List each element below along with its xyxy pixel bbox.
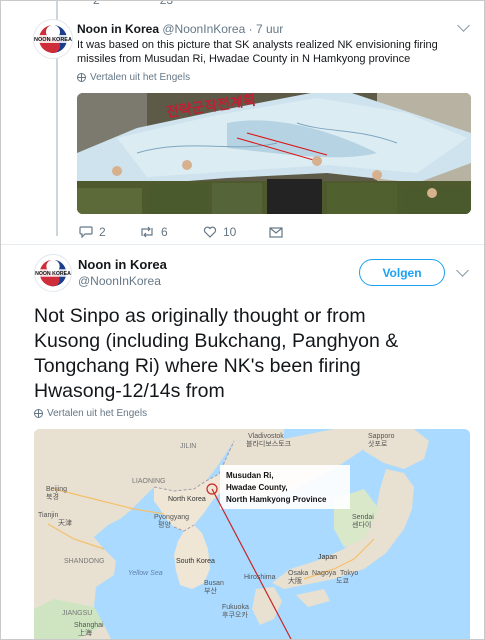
map-label: 天津 bbox=[58, 519, 72, 527]
handle[interactable]: @NoonInKorea bbox=[162, 22, 245, 36]
retweet-icon bbox=[141, 226, 153, 238]
photo-image: 전략군작전계획 bbox=[77, 93, 471, 214]
map-label: Hiroshima bbox=[244, 574, 276, 581]
heart-icon bbox=[203, 226, 217, 238]
envelope-icon bbox=[269, 226, 283, 238]
tweet2-text-line: Not Sinpo as originally thought or from bbox=[34, 305, 366, 327]
map-label: 센다이 bbox=[352, 520, 371, 529]
reply-button[interactable]: 2 bbox=[79, 225, 139, 239]
tweet2-header: Noon in Korea @NoonInKorea bbox=[78, 257, 167, 289]
tweet1-header: Noon in Korea @NoonInKorea · 7 uur bbox=[77, 22, 284, 36]
tweet2-text-line: Hwasong-12/14s from bbox=[34, 380, 225, 402]
map-label: Osaka bbox=[288, 570, 308, 577]
map-label: Pyongyang bbox=[154, 514, 189, 521]
globe-icon bbox=[34, 409, 43, 418]
map-label: JIANGSU bbox=[62, 610, 92, 617]
like-count: 10 bbox=[223, 225, 237, 239]
map-label: Sendai bbox=[352, 514, 374, 521]
map-label: 블라디보스토크 bbox=[246, 439, 292, 448]
previous-tweet-actions: 2 23 bbox=[93, 0, 174, 7]
map-label: Beijing bbox=[46, 486, 67, 493]
map-label: 大阪 bbox=[288, 576, 302, 585]
map-label: South Korea bbox=[176, 558, 215, 565]
tweet1-text-line: missiles from Musudan Ri, Hwadae County … bbox=[77, 53, 411, 65]
map-label: JILIN bbox=[180, 443, 196, 450]
like-button[interactable]: 10 bbox=[203, 225, 269, 239]
map-label: Fukuoka bbox=[222, 604, 249, 611]
tweet1-actions: 2 6 10 bbox=[79, 225, 283, 239]
svg-text:NOON KOREA: NOON KOREA bbox=[34, 37, 72, 43]
callout-text: North Hamkyong Province bbox=[226, 495, 327, 504]
tweet2-text-line: Tongchang Ri) where NK's been firing bbox=[34, 355, 361, 377]
map-label: Japan bbox=[318, 554, 337, 561]
map-label: Sapporo bbox=[368, 433, 395, 440]
map-label: 上海 bbox=[78, 628, 92, 637]
translate-link[interactable]: Vertalen uit het Engels bbox=[77, 72, 190, 83]
callout-text: Hwadae County, bbox=[226, 483, 288, 492]
tweet-timeline: 2 23 NOON KOREA Noon in Korea @NoonInKor… bbox=[0, 0, 485, 640]
avatar[interactable]: NOON KOREA bbox=[34, 254, 72, 292]
reply-count: 2 bbox=[99, 225, 106, 239]
map-label: SHANDONG bbox=[64, 558, 104, 565]
timestamp[interactable]: 7 uur bbox=[256, 22, 283, 36]
previous-reply-count: 2 bbox=[93, 0, 100, 7]
chevron-down-icon[interactable] bbox=[456, 264, 469, 277]
tweet2-text-line: Kusong (including Bukchang, Panghyon & bbox=[34, 330, 399, 352]
map-label: 도쿄 bbox=[336, 577, 349, 585]
handle[interactable]: @NoonInKorea bbox=[78, 273, 167, 289]
translate-label: Vertalen uit het Engels bbox=[47, 408, 148, 419]
retweet-button[interactable]: 6 bbox=[139, 225, 203, 239]
display-name[interactable]: Noon in Korea bbox=[77, 22, 159, 36]
tweet1-photo[interactable]: 전략군작전계획 bbox=[77, 93, 471, 214]
previous-retweet-count: 23 bbox=[159, 0, 174, 7]
divider bbox=[1, 244, 484, 245]
translate-label: Vertalen uit het Engels bbox=[90, 72, 191, 83]
map-label: 북경 bbox=[46, 492, 59, 501]
map-label: Vladivostok bbox=[248, 433, 284, 440]
globe-icon bbox=[77, 73, 86, 82]
map-label: Busan bbox=[204, 580, 224, 587]
avatar-image: NOON KOREA bbox=[34, 20, 72, 58]
retweet-count: 6 bbox=[161, 225, 168, 239]
callout-text: Musudan Ri, bbox=[226, 471, 274, 480]
map-label: 후쿠오카 bbox=[222, 610, 248, 619]
map-svg: Vladivostok 블라디보스토크 JILIN Sapporo 삿포로 LI… bbox=[34, 429, 470, 639]
map-label: Tokyo bbox=[340, 570, 358, 577]
map-label: 평양 bbox=[158, 520, 171, 529]
translate-link[interactable]: Vertalen uit het Engels bbox=[34, 408, 147, 419]
map-label: Yellow Sea bbox=[128, 570, 163, 577]
map-label: Nagoya bbox=[312, 570, 336, 577]
tweet1-text-line: It was based on this picture that SK ana… bbox=[77, 39, 438, 51]
map-label: Tianjin bbox=[38, 512, 58, 519]
tweet1-text: It was based on this picture that SK ana… bbox=[77, 38, 457, 66]
message-button[interactable] bbox=[269, 226, 283, 238]
map-label: LIAONING bbox=[132, 478, 165, 485]
follow-button[interactable]: Volgen bbox=[359, 259, 445, 286]
map-label: 부산 bbox=[204, 586, 217, 595]
tweet2-map-image[interactable]: Vladivostok 블라디보스토크 JILIN Sapporo 삿포로 LI… bbox=[34, 429, 470, 639]
tweet2-text: Not Sinpo as originally thought or from … bbox=[34, 304, 474, 404]
map-label: Shanghai bbox=[74, 622, 104, 629]
svg-text:NOON KOREA: NOON KOREA bbox=[35, 271, 71, 277]
display-name[interactable]: Noon in Korea bbox=[78, 257, 167, 273]
map-label: North Korea bbox=[168, 496, 206, 503]
map-label: 삿포로 bbox=[368, 439, 388, 448]
reply-icon bbox=[79, 226, 93, 238]
avatar-image: NOON KOREA bbox=[35, 255, 71, 291]
chevron-down-icon[interactable] bbox=[457, 19, 470, 32]
avatar[interactable]: NOON KOREA bbox=[33, 19, 73, 59]
